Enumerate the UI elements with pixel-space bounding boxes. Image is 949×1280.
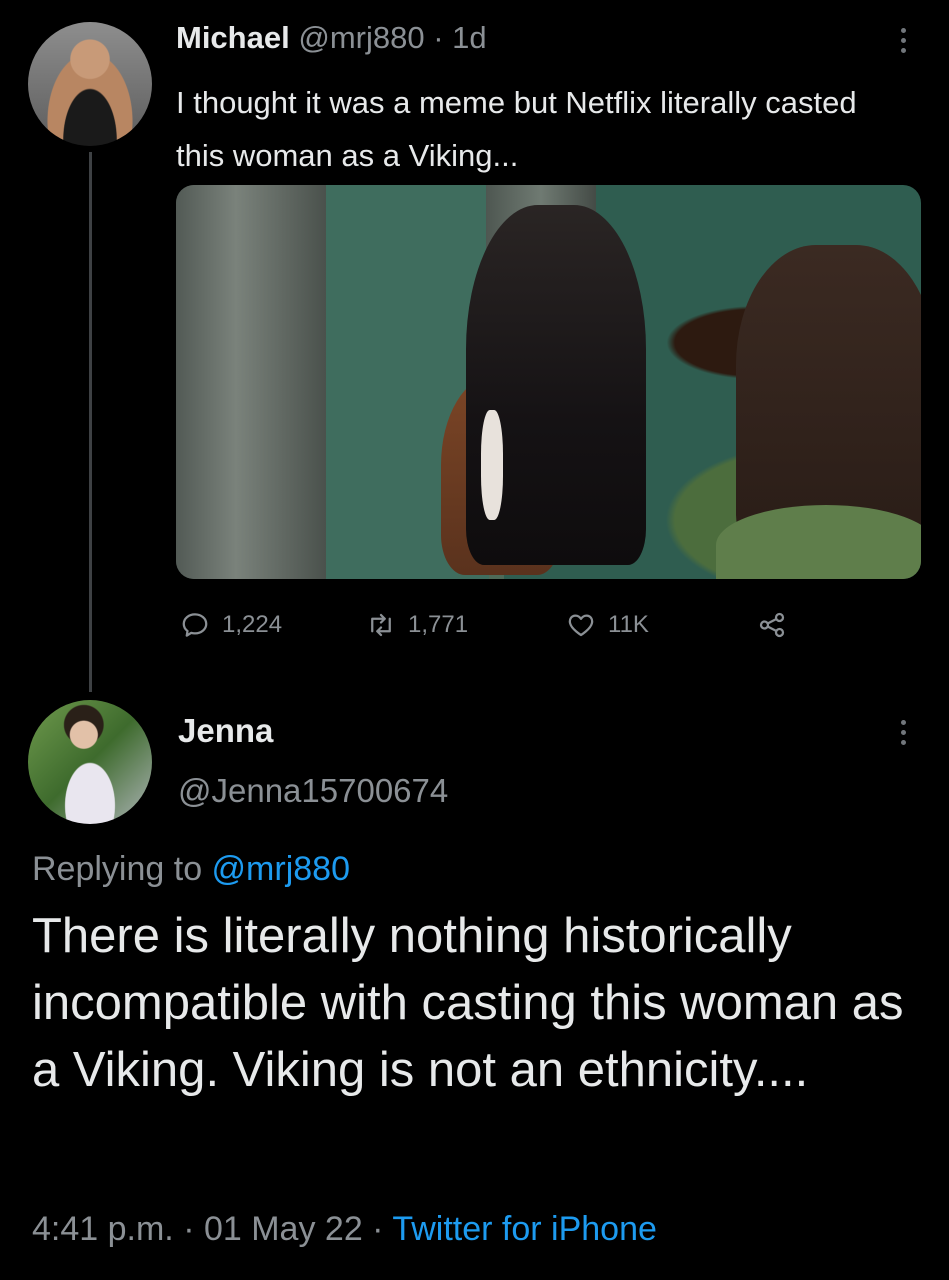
tweet-time[interactable]: 4:41 p.m. (32, 1210, 174, 1248)
author-handle[interactable]: @Jenna15700674 (178, 772, 448, 810)
meta-separator: · (362, 1210, 393, 1248)
heart-icon (568, 614, 594, 637)
thread-connector-line (89, 152, 92, 692)
reply-count: 1,224 (222, 611, 283, 638)
author-handle[interactable]: @mrj880 (298, 20, 424, 55)
avatar[interactable] (28, 700, 152, 824)
avatar[interactable] (28, 22, 152, 146)
share-button[interactable] (757, 610, 787, 640)
header-separator: · (424, 20, 453, 55)
reply-button[interactable]: 1,224 (180, 610, 282, 640)
retweet-button[interactable]: 1,771 (366, 610, 468, 640)
replying-to-link[interactable]: @mrj880 (212, 850, 350, 888)
replying-prefix: Replying to (32, 850, 212, 888)
like-button[interactable]: 11K (566, 610, 649, 640)
tweet-header: Michael @mrj880 · 1d (176, 20, 487, 56)
tweet-age[interactable]: 1d (452, 20, 486, 55)
like-count: 11K (608, 611, 649, 638)
tweet-source-link[interactable]: Twitter for iPhone (392, 1210, 657, 1248)
retweet-count: 1,771 (408, 611, 469, 638)
meta-separator: · (173, 1210, 204, 1248)
author-name[interactable]: Michael (176, 20, 290, 55)
tweet-media-image[interactable] (176, 185, 921, 579)
share-icon (759, 612, 785, 638)
tweet-date[interactable]: 01 May 22 (204, 1210, 363, 1248)
tweet-text: There is literally nothing historically … (32, 909, 904, 1097)
tweet-meta: 4:41 p.m. · 01 May 22 · Twitter for iPho… (32, 1210, 657, 1249)
more-icon[interactable] (893, 720, 913, 750)
retweet-icon (371, 613, 391, 637)
author-name[interactable]: Jenna (178, 712, 273, 750)
more-icon[interactable] (893, 28, 913, 58)
tweet-text: I thought it was a meme but Netflix lite… (176, 85, 857, 173)
replying-to-line: Replying to @mrj880 (32, 850, 350, 889)
reply-icon (182, 613, 208, 637)
